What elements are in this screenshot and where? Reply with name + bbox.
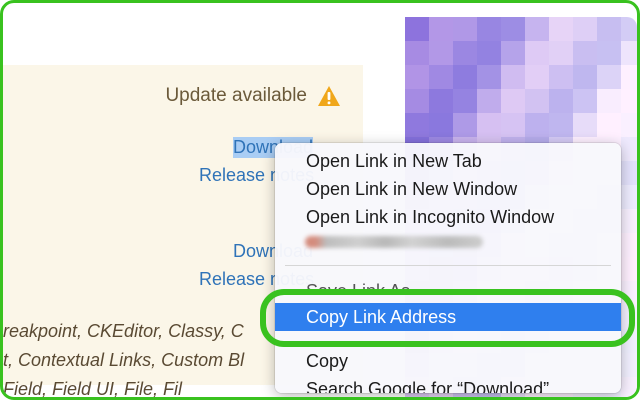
thumbnail-pixel [549, 41, 573, 65]
thumbnail-pixel [429, 89, 453, 113]
thumbnail-pixel [621, 65, 637, 89]
module-list-line-3: Field, Field UI, File, Fil [3, 379, 183, 399]
thumbnail-pixel [525, 41, 549, 65]
thumbnail-pixel [573, 65, 597, 89]
thumbnail-pixel [549, 113, 573, 137]
context-menu: Open Link in New Tab Open Link in New Wi… [275, 143, 621, 393]
thumbnail-pixel [621, 377, 637, 397]
thumbnail-pixel [477, 41, 501, 65]
thumbnail-pixel [477, 17, 501, 41]
thumbnail-pixel [525, 89, 549, 113]
thumbnail-pixel [453, 17, 477, 41]
thumbnail-pixel [477, 113, 501, 137]
thumbnail-pixel [453, 41, 477, 65]
thumbnail-pixel [405, 17, 429, 41]
thumbnail-pixel [429, 17, 453, 41]
thumbnail-pixel [549, 65, 573, 89]
update-status-text: Update available [165, 85, 307, 106]
thumbnail-pixel [621, 137, 637, 161]
menu-item-search-google[interactable]: Search Google for “Download” [275, 375, 621, 393]
thumbnail-pixel [549, 89, 573, 113]
thumbnail-pixel [597, 65, 621, 89]
thumbnail-pixel [525, 113, 549, 137]
thumbnail-pixel [501, 89, 525, 113]
menu-item-open-incognito[interactable]: Open Link in Incognito Window [275, 203, 621, 231]
thumbnail-pixel [621, 161, 637, 185]
thumbnail-pixel [621, 185, 637, 209]
thumbnail-pixel [573, 17, 597, 41]
thumbnail-pixel [501, 17, 525, 41]
thumbnail-pixel [405, 113, 429, 137]
thumbnail-pixel [477, 89, 501, 113]
thumbnail-pixel [621, 41, 637, 65]
thumbnail-pixel [621, 353, 637, 377]
update-status-row: Update available [165, 85, 341, 107]
menu-item-open-new-tab[interactable]: Open Link in New Tab [275, 147, 621, 175]
thumbnail-pixel [429, 41, 453, 65]
thumbnail-pixel [597, 41, 621, 65]
thumbnail-pixel [453, 113, 477, 137]
thumbnail-pixel [525, 17, 549, 41]
thumbnail-pixel [405, 89, 429, 113]
blurred-menu-item[interactable] [305, 236, 483, 248]
menu-separator [285, 265, 611, 266]
thumbnail-pixel [549, 17, 573, 41]
menu-item-copy[interactable]: Copy [275, 347, 621, 375]
thumbnail-pixel [621, 257, 637, 281]
screenshot-frame: Update available Download Release notes … [0, 0, 640, 400]
module-list-line-1: reakpoint, CKEditor, Classy, C [3, 321, 244, 341]
thumbnail-pixel [453, 65, 477, 89]
thumbnail-pixel [405, 65, 429, 89]
thumbnail-pixel [621, 233, 637, 257]
warning-icon [317, 85, 341, 107]
thumbnail-pixel [597, 113, 621, 137]
thumbnail-pixel [621, 209, 637, 233]
green-highlight-ring [260, 289, 635, 347]
thumbnail-pixel [573, 89, 597, 113]
thumbnail-pixel [573, 41, 597, 65]
thumbnail-pixel [501, 113, 525, 137]
thumbnail-pixel [501, 41, 525, 65]
thumbnail-pixel [573, 113, 597, 137]
thumbnail-pixel [597, 89, 621, 113]
thumbnail-pixel [453, 89, 477, 113]
thumbnail-pixel [429, 65, 453, 89]
thumbnail-pixel [525, 65, 549, 89]
thumbnail-pixel [405, 41, 429, 65]
thumbnail-pixel [621, 89, 637, 113]
thumbnail-pixel [621, 17, 637, 41]
thumbnail-pixel [501, 65, 525, 89]
thumbnail-pixel [429, 113, 453, 137]
menu-item-open-new-window[interactable]: Open Link in New Window [275, 175, 621, 203]
module-list-line-2: t, Contextual Links, Custom Bl [3, 350, 245, 370]
thumbnail-pixel [621, 113, 637, 137]
thumbnail-pixel [477, 65, 501, 89]
thumbnail-pixel [597, 17, 621, 41]
